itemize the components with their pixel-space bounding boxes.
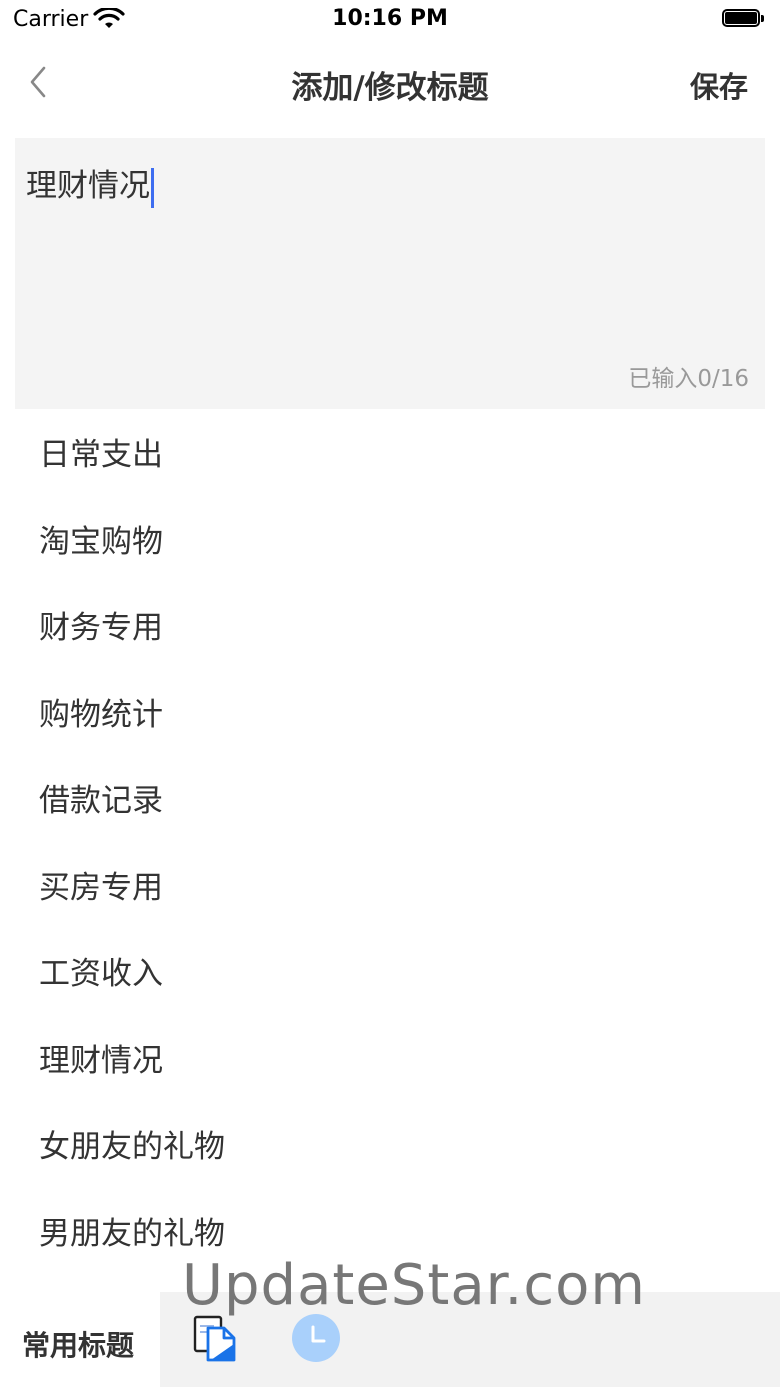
character-counter: 已输入0/16	[628, 366, 749, 392]
save-button[interactable]: 保存	[690, 64, 748, 106]
list-item[interactable]: 买房专用	[0, 845, 780, 932]
list-item[interactable]: 财务专用	[0, 585, 780, 672]
title-suggestion-list: 日常支出 淘宝购物 财务专用 购物统计 借款记录 买房专用 工资收入 理财情况 …	[0, 412, 780, 1277]
title-input-text: 理财情况	[26, 168, 150, 204]
list-item[interactable]: 工资收入	[0, 931, 780, 1018]
title-input-value: 理财情况	[26, 160, 154, 208]
clock-icon[interactable]	[290, 1312, 342, 1364]
title-textarea[interactable]: 理财情况 已输入0/16	[15, 138, 765, 409]
navigation-bar: 添加/修改标题 保存	[0, 44, 780, 120]
list-item[interactable]: 购物统计	[0, 672, 780, 759]
common-titles-label: 常用标题	[22, 1329, 135, 1362]
status-time: 10:16 PM	[332, 6, 448, 31]
list-item[interactable]: 日常支出	[0, 412, 780, 499]
list-item[interactable]: 借款记录	[0, 758, 780, 845]
page-title: 添加/修改标题	[291, 70, 489, 106]
watermark: UpdateStar.com	[182, 1253, 646, 1318]
text-caret	[151, 167, 154, 208]
list-item[interactable]: 淘宝购物	[0, 499, 780, 586]
battery-icon	[722, 9, 766, 29]
document-icon[interactable]	[192, 1314, 238, 1364]
status-bar: Carrier 10:16 PM	[0, 0, 780, 40]
list-item[interactable]: 女朋友的礼物	[0, 1104, 780, 1191]
list-item[interactable]: 理财情况	[0, 1018, 780, 1105]
